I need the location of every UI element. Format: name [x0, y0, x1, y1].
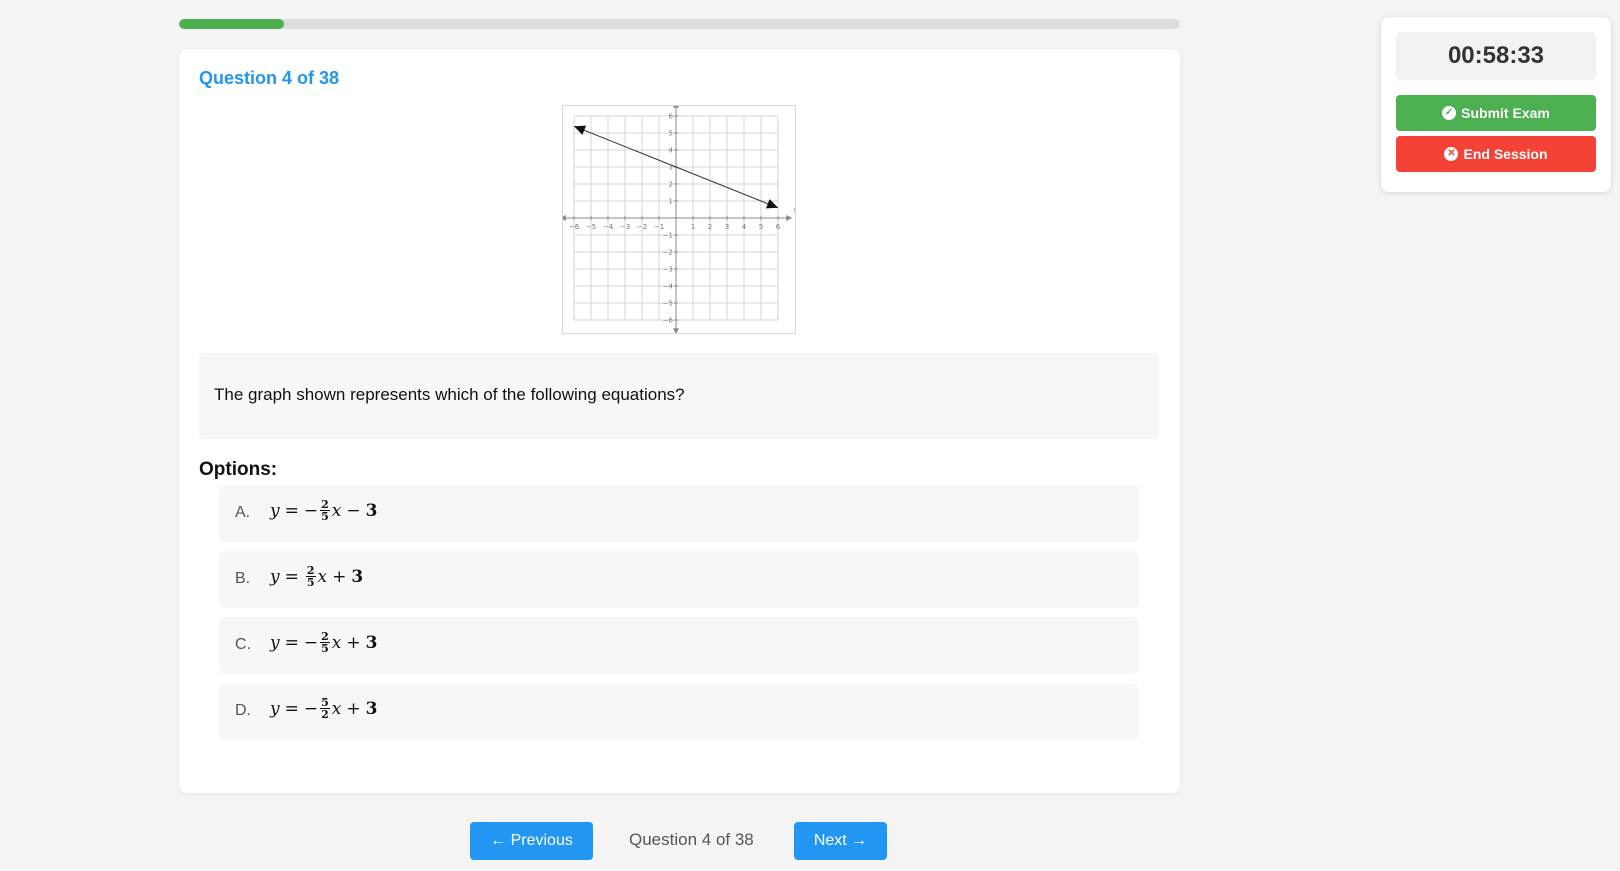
option-b[interactable]: B. y = 2 5 x +3: [219, 551, 1139, 608]
x-tick-label: 5: [759, 223, 763, 231]
equation-variable: x: [331, 500, 342, 521]
y-tick-label: −1: [663, 232, 673, 240]
x-tick-label: 1: [691, 223, 695, 231]
equation-lhs: y: [270, 632, 280, 653]
x-tick-label: 6: [776, 223, 781, 231]
y-tick-label: 5: [669, 130, 673, 138]
x-tick-label: −1: [654, 223, 664, 231]
end-session-label: End Session: [1463, 146, 1548, 162]
equation-variable: x: [317, 566, 328, 587]
option-letter: D.: [235, 702, 251, 719]
x-tick-label: −2: [637, 223, 647, 231]
x-circle-icon: ✕: [1444, 147, 1459, 161]
equation-constant: 3: [365, 698, 378, 719]
option-letter: B.: [235, 570, 251, 587]
option-equation: y = −2 5 x +3: [270, 631, 377, 654]
y-axis-arrow-down: [673, 328, 679, 333]
question-text: The graph shown represents which of the …: [214, 385, 685, 404]
x-tick-label: 4: [742, 223, 747, 231]
equation-operator: −: [346, 500, 361, 521]
equation-lhs: y: [270, 698, 280, 719]
coordinate-plane: xy−6−5−4−3−2−1123456654321−1−2−3−4−5−6: [563, 106, 795, 333]
equals-sign: =: [284, 698, 299, 719]
submit-exam-button[interactable]: ✓ Submit Exam: [1396, 95, 1596, 131]
equation-constant: 3: [365, 500, 378, 521]
x-axis-arrow-right: [786, 215, 793, 221]
equation-constant: 3: [351, 566, 364, 587]
x-tick-label: −5: [586, 223, 596, 231]
equals-sign: =: [284, 632, 299, 653]
y-tick-label: −4: [663, 283, 674, 291]
y-tick-label: 4: [669, 147, 674, 155]
y-tick-label: −5: [663, 300, 673, 308]
equation-constant: 3: [365, 632, 378, 653]
previous-button[interactable]: ← Previous: [470, 822, 593, 860]
option-letter: C.: [235, 636, 251, 653]
question-graph: xy−6−5−4−3−2−1123456654321−1−2−3−4−5−6: [562, 105, 796, 334]
exam-timer: 00:58:33: [1396, 32, 1596, 80]
submit-exam-label: Submit Exam: [1461, 105, 1550, 121]
y-tick-label: 2: [669, 181, 673, 189]
question-text-box: The graph shown represents which of the …: [199, 353, 1159, 439]
equation-lhs: y: [270, 566, 280, 587]
y-tick-label: 6: [669, 113, 674, 121]
equation-operator: +: [346, 698, 361, 719]
end-session-button[interactable]: ✕ End Session: [1396, 136, 1596, 172]
x-axis-arrow-left: [563, 215, 566, 221]
equation-variable: x: [331, 632, 342, 653]
equation-operator: +: [332, 566, 347, 587]
equation-operator: +: [346, 632, 361, 653]
option-a[interactable]: A. y = −2 5 x −3: [219, 485, 1139, 542]
option-c[interactable]: C. y = −2 5 x +3: [219, 617, 1139, 674]
equation-sign: −: [303, 698, 319, 719]
equation-sign: −: [303, 632, 319, 653]
fraction-denominator: 5: [321, 510, 329, 523]
equation-lhs: y: [270, 500, 280, 521]
x-tick-label: −3: [620, 223, 630, 231]
option-d[interactable]: D. y = −5 2 x +3: [219, 683, 1139, 740]
question-card: Question 4 of 38 xy−6−5−4−3−2−1123456654…: [179, 49, 1180, 793]
y-tick-label: −2: [663, 249, 673, 257]
equation-variable: x: [331, 698, 342, 719]
x-tick-label: −6: [569, 223, 580, 231]
x-tick-label: 2: [708, 223, 712, 231]
fraction-denominator: 5: [321, 642, 329, 655]
y-axis-arrow-up: [673, 106, 679, 108]
x-tick-label: −4: [603, 223, 614, 231]
equals-sign: =: [284, 566, 299, 587]
x-tick-label: 3: [725, 223, 729, 231]
exam-control-panel: 00:58:33 ✓ Submit Exam ✕ End Session: [1381, 17, 1611, 192]
question-counter: Question 4 of 38: [629, 830, 754, 849]
y-tick-label: 1: [669, 198, 673, 206]
option-letter: A.: [235, 504, 251, 521]
y-tick-label: −6: [663, 317, 674, 325]
next-button[interactable]: Next →: [794, 822, 887, 860]
y-tick-label: −3: [663, 266, 673, 274]
fraction-denominator: 5: [306, 576, 315, 589]
equation-fraction: 25: [305, 565, 316, 589]
equation-fraction: 25: [320, 631, 330, 654]
equation-fraction: 25: [320, 499, 330, 522]
equals-sign: =: [284, 500, 299, 521]
option-equation: y = 2 5 x +3: [270, 565, 363, 588]
options-title: Options:: [199, 459, 278, 480]
option-equation: y = −2 5 x −3: [270, 499, 377, 522]
exam-progress-fill: [179, 19, 285, 29]
x-axis-label: x: [793, 206, 795, 215]
equation-fraction: 52: [320, 697, 330, 720]
option-equation: y = −5 2 x +3: [270, 697, 377, 720]
check-circle-icon: ✓: [1442, 106, 1457, 120]
equation-sign: −: [303, 500, 319, 521]
exam-progress-bar: [179, 19, 1180, 29]
fraction-denominator: 2: [321, 708, 329, 721]
question-header: Question 4 of 38: [199, 68, 340, 88]
